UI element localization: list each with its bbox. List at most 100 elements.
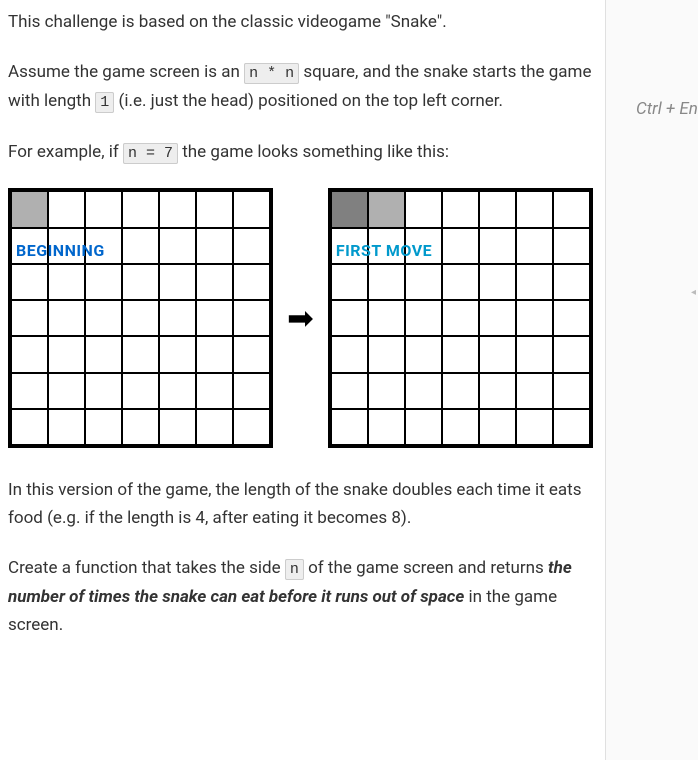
text-fragment: (i.e. just the head) positioned on the t… [114,91,503,111]
grid-cell [368,373,405,409]
grid-cell [48,336,85,372]
grid-cell [553,191,590,227]
grid-cell [479,336,516,372]
grid-cell [331,300,368,336]
grid-cell [553,264,590,300]
grid-cell [159,409,196,445]
grid-cell [122,191,159,227]
grid-cell [479,409,516,445]
grid-cell [479,300,516,336]
text-fragment: Assume the game screen is an [8,62,244,82]
grid-cell [233,264,270,300]
grid-cell [11,409,48,445]
grid-cell [122,264,159,300]
example-paragraph: For example, if n = 7 the game looks som… [8,138,593,167]
grid-cell [331,336,368,372]
right-panel: Ctrl + En ◂ [605,0,698,760]
grid-cell [368,336,405,372]
grid-cell [85,191,122,227]
grid-cell [442,336,479,372]
grid-cell [85,409,122,445]
grid-cell [405,336,442,372]
grid-cell [196,300,233,336]
grid-cell [405,300,442,336]
grid-cell [331,373,368,409]
grid-cell [516,336,553,372]
grid-cell [442,228,479,264]
grid-cell [479,264,516,300]
grid-cell [516,300,553,336]
grid-cell [48,191,85,227]
grid-cell [479,373,516,409]
grid-cell [11,373,48,409]
grid-cell [553,409,590,445]
grid-cell [368,264,405,300]
problem-description: This challenge is based on the classic v… [0,0,605,760]
grid-cell [442,373,479,409]
grid-cell [159,191,196,227]
grid-cell [159,373,196,409]
snake-head-cell [11,191,48,227]
grid-cell [159,264,196,300]
grid-cell [11,264,48,300]
grid-cell [11,300,48,336]
grid-cell [233,191,270,227]
grid-cell [11,336,48,372]
grid-cell [516,228,553,264]
keyboard-shortcut-hint: Ctrl + En [636,95,698,123]
grid-cell [405,264,442,300]
intro-paragraph: This challenge is based on the classic v… [8,8,593,36]
grid-cell [85,264,122,300]
grid-cell [479,228,516,264]
grid-cell [85,373,122,409]
grid-cell [85,336,122,372]
grid-cell [196,336,233,372]
scroll-left-icon[interactable]: ◂ [691,285,696,302]
grid-cell [442,409,479,445]
grid-cell [368,409,405,445]
setup-paragraph: Assume the game screen is an n * n squar… [8,58,593,116]
grid-cell [48,409,85,445]
grid-cell [516,264,553,300]
grid-cell [405,409,442,445]
snake-tail-cell [331,191,368,227]
grid-cell [553,373,590,409]
code-one: 1 [95,92,114,113]
grid-cell [553,336,590,372]
grid-cell [368,300,405,336]
code-n: n [285,559,304,580]
text-fragment: For example, if [8,142,123,162]
snake-head-cell [368,191,405,227]
grid-cell [331,264,368,300]
grid-cell [442,264,479,300]
grid-cell [122,300,159,336]
grid-cell [196,264,233,300]
grid-label-first-move: FIRST MOVE [336,238,432,264]
text-fragment: Create a function that takes the side [8,558,285,578]
text-fragment: the game looks something like this: [178,142,449,162]
grid-cell [233,336,270,372]
grid-cell [122,228,159,264]
grid-cell [233,228,270,264]
grid-label-beginning: BEGINNING [16,238,105,264]
grid-cell [516,191,553,227]
grid-cell [122,409,159,445]
grid-cell [196,373,233,409]
grid-cell [405,373,442,409]
grid-cell [196,409,233,445]
grid-cell [331,409,368,445]
rules-paragraph: In this version of the game, the length … [8,476,593,532]
grid-cell [196,228,233,264]
text-fragment: of the game screen and returns [304,558,548,578]
code-n-equals-7: n = 7 [123,143,178,164]
arrow-icon: ➡ [287,302,314,334]
grid-cell [405,191,442,227]
grid-beginning: BEGINNING [8,188,273,448]
grid-cell [48,373,85,409]
game-diagram: BEGINNING ➡ FIRST MOVE [8,188,593,448]
grid-cell [159,228,196,264]
grid-cell [553,228,590,264]
grid-cell [516,409,553,445]
grid-cell [442,191,479,227]
grid-cell [122,336,159,372]
